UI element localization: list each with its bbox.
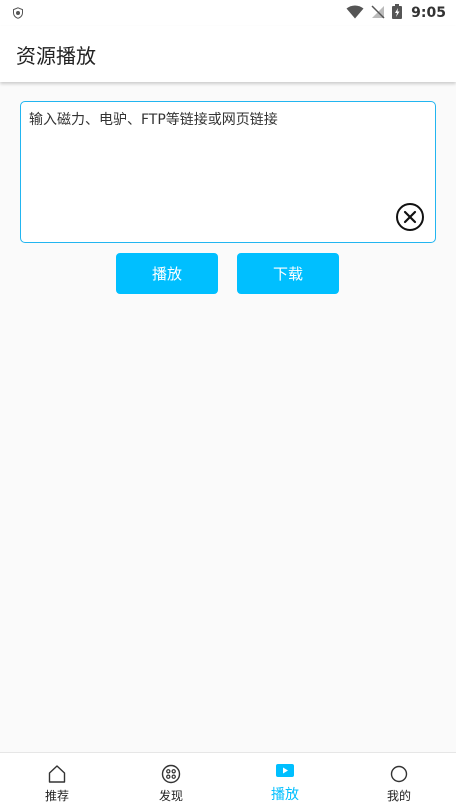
status-left — [12, 4, 24, 23]
nav-label: 发现 — [158, 789, 183, 803]
play-icon — [274, 760, 296, 782]
status-right: 9:05 — [346, 3, 446, 23]
nav-item-play[interactable]: 播放 — [228, 753, 342, 810]
profile-icon — [388, 763, 410, 785]
clear-input-button[interactable] — [395, 202, 425, 232]
url-input[interactable] — [21, 102, 435, 242]
wifi-icon — [346, 4, 364, 23]
nav-item-mine[interactable]: 我的 — [342, 753, 456, 810]
main-content: 播放 下载 — [0, 82, 456, 752]
nav-item-recommend[interactable]: 推荐 — [0, 753, 114, 810]
nav-item-discover[interactable]: 发现 — [114, 753, 228, 810]
download-button[interactable]: 下载 — [237, 253, 339, 294]
page-title: 资源播放 — [16, 43, 96, 68]
status-bar: 9:05 — [0, 0, 456, 26]
shield-icon — [12, 4, 24, 23]
app-bar: 资源播放 — [0, 26, 456, 82]
no-signal-icon — [371, 4, 385, 23]
nav-label: 播放 — [271, 787, 299, 803]
battery-charging-icon — [392, 3, 403, 23]
bottom-nav: 推荐 发现 播放 我的 — [0, 752, 456, 810]
close-circle-icon — [396, 203, 424, 231]
nav-label: 推荐 — [44, 789, 69, 803]
status-time: 9:05 — [411, 5, 446, 21]
home-icon — [46, 763, 68, 785]
discover-icon — [160, 763, 182, 785]
url-input-container — [20, 101, 436, 243]
play-button[interactable]: 播放 — [116, 253, 218, 294]
nav-label: 我的 — [386, 789, 411, 803]
